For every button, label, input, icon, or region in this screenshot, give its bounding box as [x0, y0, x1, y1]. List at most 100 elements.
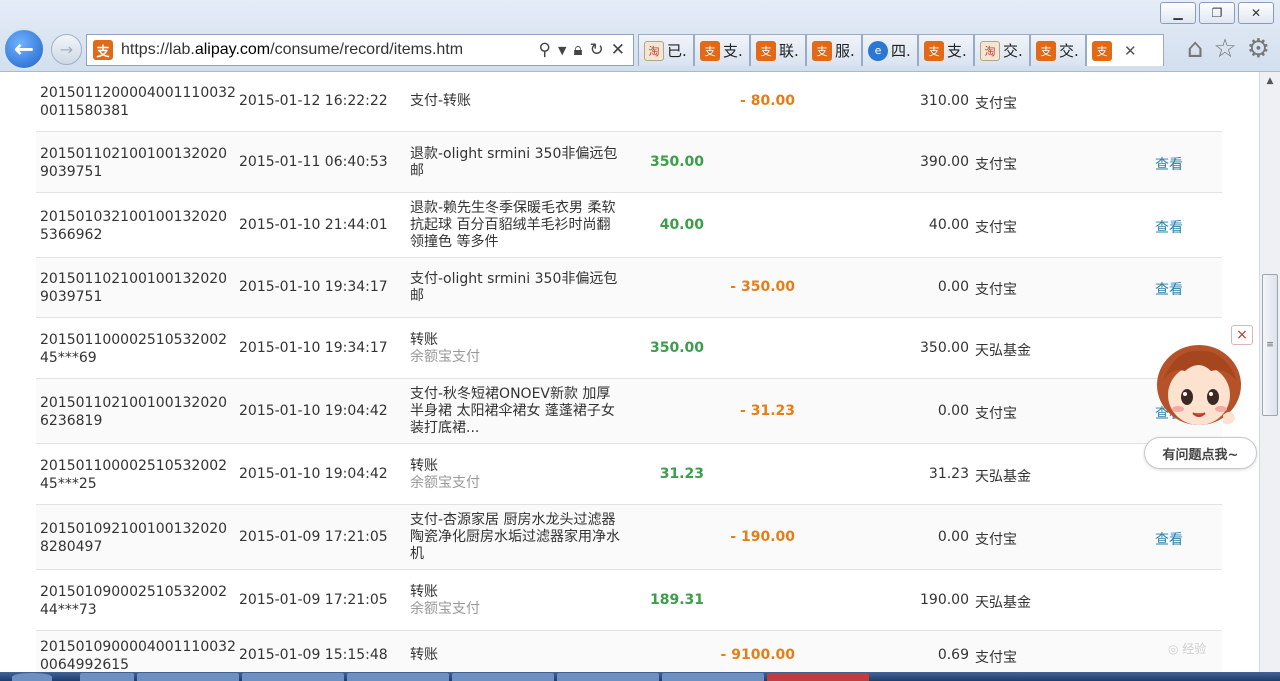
tab[interactable]: 淘已. [638, 34, 694, 66]
settings-gear-icon[interactable]: ⚙ [1247, 34, 1270, 64]
income-amount: 189.31 [649, 592, 704, 608]
channel-name: 支付宝 [975, 650, 1017, 666]
view-link[interactable]: 查看 [1155, 279, 1195, 299]
record-time: 2015-01-09 15:15:48 [239, 647, 388, 663]
taobao-icon: 淘 [980, 40, 1000, 61]
view-link[interactable]: 查看 [1155, 529, 1195, 549]
address-url[interactable]: https://lab.alipay.com/consume/record/it… [121, 41, 539, 59]
tab-active[interactable]: 支 ✕ [1086, 34, 1164, 66]
record-name-text: 转账 [410, 458, 438, 474]
close-window-button[interactable]: ✕ [1238, 2, 1274, 24]
taskbar-item-6[interactable] [767, 673, 869, 681]
income-amount: 40.00 [659, 217, 704, 233]
record-time: 2015-01-11 06:40:53 [239, 154, 388, 170]
maximize-button[interactable]: ❐ [1199, 2, 1235, 24]
address-bar[interactable]: 支 https://lab.alipay.com/consume/record/… [86, 34, 634, 66]
record-time: 2015-01-10 19:34:17 [239, 279, 388, 295]
tab-close-icon[interactable]: ✕ [1124, 42, 1137, 60]
taskbar-item-2[interactable] [347, 673, 449, 681]
minimize-button[interactable]: ▁ [1160, 2, 1196, 24]
record-name: 支付-olight srmini 350非偏远包邮 [410, 271, 624, 305]
balance-amount: 0.00 [937, 529, 969, 545]
alipay-icon: 支 [700, 40, 720, 61]
table-row: 201501092100100132020 8280497 2015-01-09 … [36, 505, 1222, 570]
tab[interactable]: 支交. [1030, 34, 1086, 66]
back-button[interactable]: ← [3, 28, 45, 70]
alipay-icon: 支 [1092, 40, 1112, 61]
serial-number: 201501100002510532002 45***25 [40, 458, 228, 492]
favorites-star-icon[interactable]: ☆ [1213, 34, 1236, 64]
page-content: 2015011200004001110032 0011580381 2015-01… [0, 72, 1259, 672]
taskbar-item-4[interactable] [557, 673, 659, 681]
balance-amount: 310.00 [920, 93, 969, 109]
serial-number: 201501102100100132020 9039751 [40, 271, 228, 305]
scroll-thumb[interactable]: ≡ [1262, 274, 1278, 416]
forward-button[interactable]: → [51, 34, 82, 65]
home-icon[interactable]: ⌂ [1187, 34, 1204, 64]
record-sub-text: 余额宝支付 [410, 349, 480, 365]
record-time: 2015-01-09 17:21:05 [239, 529, 388, 545]
tab[interactable]: 支服. [806, 34, 862, 66]
expense-amount: - 31.23 [740, 403, 795, 419]
record-name-text: 支付-杏源家居 厨房水龙头过滤器陶瓷净化厨房水垢过滤器家用净水机 [410, 512, 620, 562]
record-name-text: 转账 [410, 647, 438, 663]
income-amount: 31.23 [659, 466, 704, 482]
search-icon[interactable]: ⚲ [539, 40, 551, 60]
record-sub-text: 余额宝支付 [410, 475, 480, 491]
table-row: 201501102100100132020 9039751 2015-01-10 … [36, 258, 1222, 318]
balance-amount: 390.00 [920, 154, 969, 170]
assistant-bubble[interactable]: 有问题点我~ [1144, 437, 1257, 469]
channel-name: 支付宝 [975, 157, 1017, 173]
record-time: 2015-01-10 19:04:42 [239, 403, 388, 419]
view-link[interactable]: 查看 [1155, 217, 1195, 237]
lock-icon[interactable]: 🔒︎ [573, 40, 582, 60]
serial-number: 201501032100100132020 5366962 [40, 209, 228, 243]
stop-icon[interactable]: ✕ [611, 40, 625, 60]
record-sub-text: 余额宝支付 [410, 601, 480, 617]
table-row: 201501102100100132020 6236819 2015-01-10 … [36, 379, 1222, 444]
taskbar-item-explorer[interactable] [80, 673, 134, 681]
taskbar-item-5[interactable] [662, 673, 764, 681]
tab[interactable]: 支支. [918, 34, 974, 66]
record-name: 支付-杏源家居 厨房水龙头过滤器陶瓷净化厨房水垢过滤器家用净水机 [410, 512, 624, 563]
tab-label: 交. [1003, 42, 1023, 60]
record-name: 支付-秋冬短裙ONOEV新款 加厚半身裙 太阳裙伞裙女 蓬蓬裙子女装打底裙... [410, 386, 624, 437]
start-button[interactable] [12, 673, 52, 681]
dropdown-icon[interactable]: ▼ [558, 40, 566, 60]
alipay-favicon-icon: 支 [93, 40, 113, 60]
address-bar-icons: ⚲ ▼ 🔒︎ ↻ ✕ [539, 40, 633, 60]
vertical-scrollbar[interactable]: ▲ ≡ [1259, 72, 1280, 672]
records-table: 2015011200004001110032 0011580381 2015-01… [36, 72, 1222, 672]
channel-name: 支付宝 [975, 532, 1017, 548]
table-row: 201501090002510532002 44***73 2015-01-09 … [36, 570, 1222, 631]
taskbar-item-1[interactable] [137, 673, 239, 681]
refresh-icon[interactable]: ↻ [590, 40, 604, 60]
record-name-text: 退款-赖先生冬季保暖毛衣男 柔软抗起球 百分百貂绒羊毛衫时尚翻领撞色 等多件 [410, 200, 616, 250]
alipay-icon: 支 [812, 40, 832, 61]
table-row: 2015011200004001110032 0011580381 2015-01… [36, 72, 1222, 132]
help-assistant[interactable]: × 有问题点我~ [1143, 325, 1258, 470]
tab[interactable]: e 四. [862, 34, 918, 66]
balance-amount: 0.00 [937, 279, 969, 295]
tab[interactable]: 支联. [750, 34, 806, 66]
serial-number: 201501092100100132020 8280497 [40, 521, 228, 555]
taskbar-item-ie[interactable] [242, 673, 344, 681]
tab-label: 支. [947, 42, 967, 60]
channel-name: 天弘基金 [975, 343, 1031, 359]
balance-amount: 40.00 [928, 217, 969, 233]
tab-label: 四. [891, 42, 911, 60]
tab[interactable]: 支支. [694, 34, 750, 66]
channel-name: 支付宝 [975, 282, 1017, 298]
ie-icon: e [868, 40, 888, 61]
record-name-text: 转账 [410, 332, 438, 348]
balance-amount: 190.00 [920, 592, 969, 608]
tab[interactable]: 淘交. [974, 34, 1030, 66]
channel-name: 支付宝 [975, 96, 1017, 112]
taskbar-item-3[interactable] [452, 673, 554, 681]
view-link[interactable]: 查看 [1155, 154, 1195, 174]
record-name: 退款-赖先生冬季保暖毛衣男 柔软抗起球 百分百貂绒羊毛衫时尚翻领撞色 等多件 [410, 200, 624, 251]
scroll-up-icon[interactable]: ▲ [1260, 72, 1280, 89]
table-row: 201501100002510532002 45***25 2015-01-10 … [36, 444, 1222, 505]
arrow-right-icon: → [59, 40, 74, 59]
expense-amount: - 350.00 [730, 279, 795, 295]
